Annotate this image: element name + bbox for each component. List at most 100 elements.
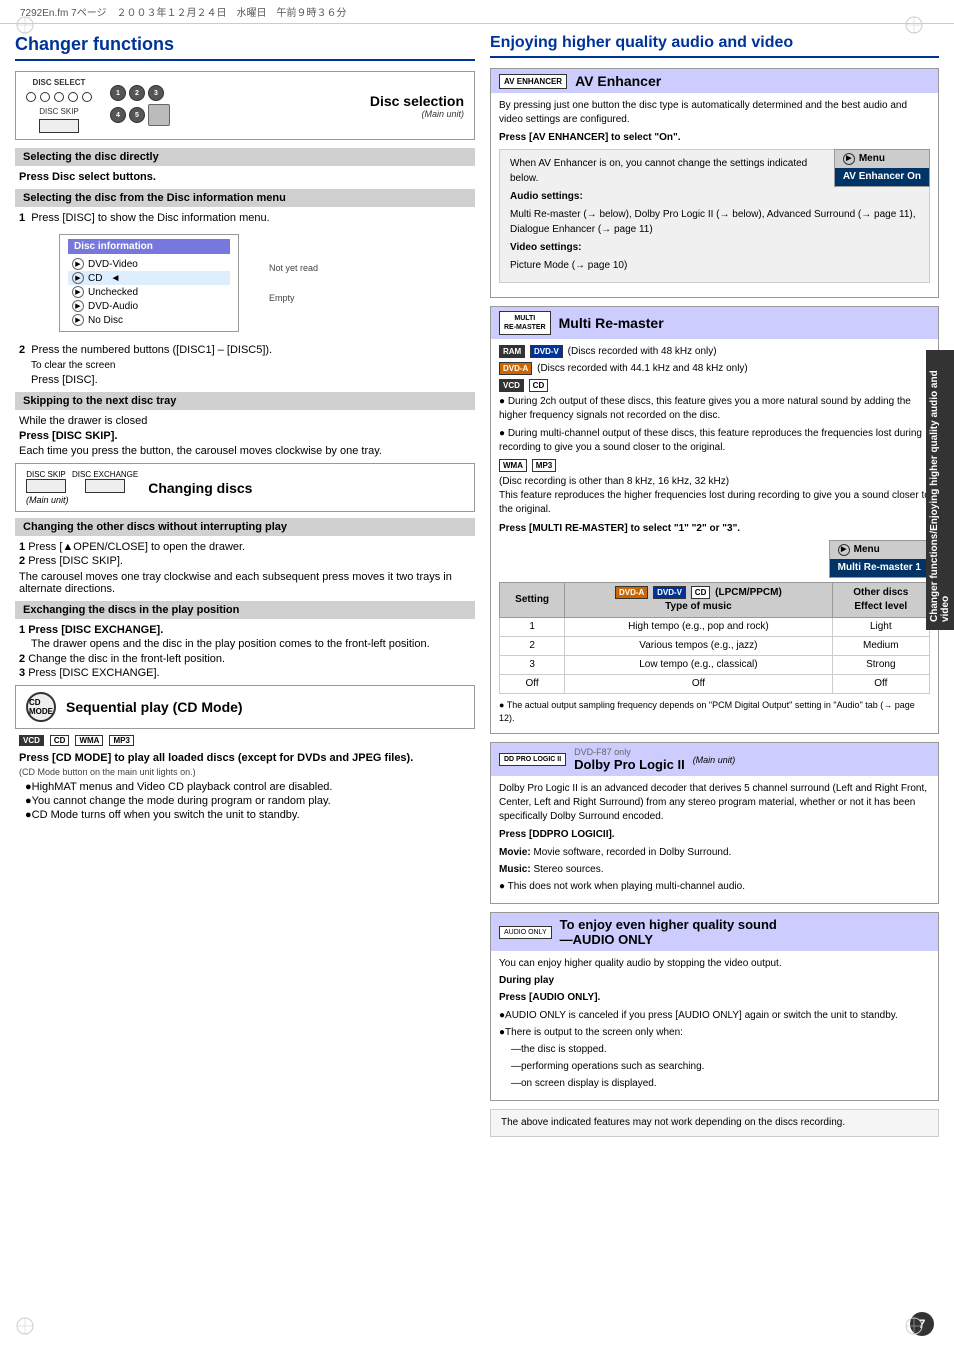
- audio-only-note2-sub2: —performing operations such as searching…: [511, 1060, 930, 1074]
- change-step1-text: Press [▲OPEN/CLOSE] to open the drawer.: [28, 541, 245, 553]
- disc-icon-nodisc: ▶: [72, 314, 84, 326]
- badge-wma: WMA: [75, 735, 103, 746]
- disc-label-dvdvideo: DVD-Video: [88, 259, 138, 270]
- wma-mp3-note: (Disc recording is other than 8 kHz, 16 …: [499, 475, 930, 517]
- badge-ram: RAM: [499, 345, 525, 358]
- dolby-unit-label: (Main unit): [693, 755, 736, 765]
- dolby-movie-label: Movie:: [499, 847, 531, 858]
- disc-num-5: 5: [129, 107, 145, 123]
- audio-only-box: AUDIO ONLY To enjoy even higher quality …: [490, 912, 939, 1101]
- disc-icon-unchecked: ▶: [72, 286, 84, 298]
- disc-selection-diagram: DISC SELECT DISC SKIP 1: [15, 71, 475, 140]
- multi-remaster-title: Multi Re-master: [559, 315, 664, 331]
- multi-remaster-icon: MULTIRE-MASTER: [499, 311, 551, 335]
- table-row-off: Off Off Off: [500, 675, 930, 694]
- dolby-press: Press [DDPRO LOGICII].: [499, 828, 930, 842]
- audio-only-note1: ●AUDIO ONLY is canceled if you press [AU…: [499, 1009, 930, 1023]
- video-settings-label: Video settings:: [510, 242, 582, 253]
- step1-text: Press [DISC] to show the Disc informatio…: [31, 212, 269, 224]
- cd-mode-note: (CD Mode button on the main unit lights …: [19, 767, 471, 777]
- multi-press-instruction: Press [MULTI RE-MASTER] to select "1" "2…: [499, 522, 930, 536]
- audio-only-icon: AUDIO ONLY: [499, 926, 552, 939]
- disc-label-nodisc: No Disc: [88, 315, 123, 326]
- audio-only-during-play: During play: [499, 974, 930, 988]
- sequential-play-body: Press [CD MODE] to play all loaded discs…: [15, 752, 475, 821]
- disc-item-dvd-video: ▶ DVD-Video: [68, 257, 230, 271]
- av-enhancer-header: AV ENHANCER AV Enhancer: [491, 69, 938, 93]
- header-file-info: 7292En.fm 7ページ ２００３年１２月２４日 水曜日 午前９時３６分: [20, 8, 347, 19]
- table-cell-music-3: Low tempo (e.g., classical): [565, 656, 832, 675]
- dolby-movie: Movie: Movie software, recorded in Dolby…: [499, 846, 930, 860]
- menu-label: Menu: [859, 152, 885, 166]
- disc-exchange-btn-label: DISC EXCHANGE: [72, 470, 138, 479]
- badge-vcd2: VCD: [499, 379, 524, 392]
- multi-menu-header: ▶ Menu: [830, 541, 929, 559]
- setting-table: Setting DVD-A DVD-V CD (LPCM/PPCM)Type o…: [499, 582, 930, 694]
- dolby-box: DD PRO LOGIC II DVD-F87 only Dolby Pro L…: [490, 742, 939, 904]
- change-step1-label: 1: [19, 541, 28, 553]
- disc-main-circle: [148, 104, 170, 126]
- table-header-dvd-cd: DVD-A DVD-V CD (LPCM/PPCM)Type of music: [565, 583, 832, 618]
- table-cell-music-1: High tempo (e.g., pop and rock): [565, 618, 832, 637]
- changing-discs-description: The carousel moves one tray clockwise an…: [19, 571, 471, 595]
- table-cell-music-2: Various tempos (e.g., jazz): [565, 637, 832, 656]
- disc-selection-text: Disc selection: [180, 93, 464, 109]
- changing-discs-diagram: DISC SKIP DISC EXCHANGE (Main unit) Chan…: [15, 463, 475, 512]
- table-header-other: Other discsEffect level: [832, 583, 929, 618]
- table-cell-effect-2: Medium: [832, 637, 929, 656]
- main-unit-label-disc: (Main unit): [180, 109, 464, 119]
- skipping-header: Skipping to the next disc tray: [15, 392, 475, 410]
- dolby-music-text: Stereo sources.: [533, 864, 603, 875]
- badge-mp3-2: MP3: [532, 459, 556, 472]
- exchanging-discs-section: Exchanging the discs in the play positio…: [15, 601, 475, 679]
- audio-only-body: You can enjoy higher quality audio by st…: [491, 951, 938, 1100]
- audio-only-note2: ●There is output to the screen only when…: [499, 1026, 930, 1040]
- dolby-header: DD PRO LOGIC II DVD-F87 only Dolby Pro L…: [491, 743, 938, 776]
- changing-other-discs-header: Changing the other discs without interru…: [15, 518, 475, 536]
- audio-settings-label: Audio settings:: [510, 191, 583, 202]
- table-cell-effect-off: Off: [832, 675, 929, 694]
- skipping-body: While the drawer is closed Press [DISC S…: [15, 415, 475, 457]
- multi-bullet2-text: During multi-channel output of these dis…: [499, 428, 922, 453]
- audio-only-description: You can enjoy higher quality audio by st…: [499, 957, 930, 971]
- exch-step1-label: 1: [19, 624, 28, 636]
- av-enhancer-description: By pressing just one button the disc typ…: [499, 99, 930, 127]
- dolby-music-label: Music:: [499, 864, 531, 875]
- left-section-title: Changer functions: [15, 34, 475, 61]
- badge-wma2: WMA: [499, 459, 527, 472]
- av-enhancer-press: Press [AV ENHANCER] to select "On".: [499, 131, 930, 145]
- table-row-2: 2 Various tempos (e.g., jazz) Medium: [500, 637, 930, 656]
- table-row-1: 1 High tempo (e.g., pop and rock) Light: [500, 618, 930, 637]
- badge-mp3: MP3: [109, 735, 133, 746]
- corner-mark-br: [904, 1316, 924, 1336]
- disc-icon-dvdvideo: ▶: [72, 258, 84, 270]
- not-yet-read-label: Not yet read: [269, 263, 318, 273]
- exchanging-header: Exchanging the discs in the play positio…: [15, 601, 475, 619]
- multi-remaster-body: RAM DVD-V (Discs recorded with 48 kHz on…: [491, 339, 938, 733]
- empty-label: Empty: [269, 293, 318, 303]
- disc-label-dvdaudio: DVD-Audio: [88, 301, 138, 312]
- multi-bullet1-text: During 2ch output of these discs, this f…: [499, 396, 911, 421]
- menu-on-header: ▶ Menu: [835, 150, 929, 168]
- audio-only-note2-sub3: —on screen display is displayed.: [511, 1077, 930, 1091]
- disc-item-cd: ▶ CD ◄: [68, 271, 230, 285]
- skipping-description: Each time you press the button, the caro…: [19, 445, 471, 457]
- disc-label-cd: CD: [88, 273, 102, 284]
- badge-dvdv: DVD-V: [530, 345, 563, 358]
- selecting-from-menu-body: 1 Press [DISC] to show the Disc informat…: [15, 212, 475, 386]
- disc-skip-exchange-btns: DISC SKIP DISC EXCHANGE (Main unit): [26, 470, 138, 505]
- exch-step3-text: Press [DISC EXCHANGE].: [28, 667, 159, 679]
- av-enhancer-icon: AV ENHANCER: [499, 74, 567, 89]
- table-header-setting: Setting: [500, 583, 565, 618]
- video-settings-text: Picture Mode (→ page 10): [510, 258, 919, 273]
- audio-settings-text: Multi Re-master (→ below), Dolby Pro Log…: [510, 207, 919, 237]
- audio-only-title: To enjoy even higher quality sound—AUDIO…: [560, 917, 777, 947]
- disc-num-1: 1: [110, 85, 126, 101]
- disc-skip-rect: [39, 119, 79, 133]
- disc-48khz: (Discs recorded with 48 kHz only): [568, 346, 717, 357]
- left-column: Changer functions DISC SELECT DISC SKIP: [15, 34, 475, 1137]
- disc-num-4: 4: [110, 107, 126, 123]
- exch-step1-text: Press [DISC EXCHANGE].: [28, 624, 163, 636]
- corner-mark-tl: [15, 15, 35, 35]
- disc-num-2: 2: [129, 85, 145, 101]
